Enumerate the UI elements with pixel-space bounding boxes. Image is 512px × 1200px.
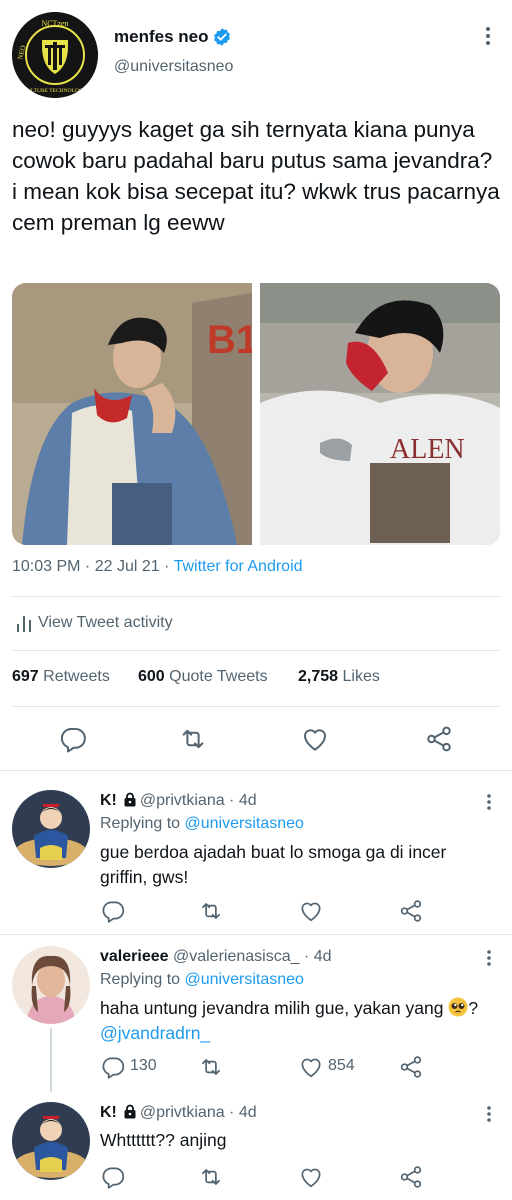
media-photo-1[interactable]: B1: [12, 283, 252, 545]
media-photo-2[interactable]: ALEN: [260, 283, 500, 545]
replying-to-mention[interactable]: @universitasneo: [185, 815, 304, 832]
like-icon[interactable]: [300, 724, 330, 754]
retweets-stat[interactable]: 697 Retweets: [12, 668, 110, 686]
svg-text:B1: B1: [207, 318, 252, 362]
lock-icon: [124, 1104, 136, 1119]
lock-icon: [124, 792, 136, 807]
reply-text: haha untung jevandra milih gue, yakan ya…: [100, 997, 479, 1043]
replying-to: Replying to @universitasneo: [100, 815, 304, 832]
reply-header: K! @privtkiana · 4d: [100, 1104, 257, 1122]
reply-actions: 130 854: [100, 1054, 430, 1080]
divider: [0, 934, 512, 935]
reply-avatar[interactable]: [12, 946, 90, 1024]
reply-text: gue berdoa ajadah buat lo smoga ga di in…: [100, 842, 447, 887]
reply-author-name[interactable]: K!: [100, 792, 117, 809]
divider: [0, 770, 512, 771]
nctzen-logo: NCTzen NEO CULTURE TECHNOLOGY: [12, 12, 98, 98]
reply-avatar[interactable]: [12, 790, 90, 868]
view-activity-label: View Tweet activity: [38, 614, 173, 631]
reply-text: Whtttttt?? anjing: [100, 1130, 227, 1150]
activity-icon: [17, 616, 31, 632]
tweet-source[interactable]: Twitter for Android: [174, 558, 303, 575]
reply-header: K! @privtkiana · 4d: [100, 792, 257, 810]
avatar-image: [12, 1102, 90, 1180]
author-avatar[interactable]: NCTzen NEO CULTURE TECHNOLOGY: [12, 12, 98, 98]
reply-author-name[interactable]: K!: [100, 1104, 117, 1121]
tweet-header: NCTzen NEO CULTURE TECHNOLOGY menfes neo…: [0, 0, 512, 108]
quotes-stat[interactable]: 600 Quote Tweets: [138, 668, 268, 686]
like-button[interactable]: 854: [298, 1054, 355, 1080]
more-vert-icon[interactable]: [482, 1104, 496, 1124]
avatar-image: [12, 946, 90, 1024]
reply-item[interactable]: valerieee @valerienasisca_ · 4d Replying…: [0, 936, 512, 1096]
tweet-time: 10:03 PM · 22 Jul 21 ·: [12, 558, 174, 575]
share-button[interactable]: [398, 1054, 424, 1080]
reply-button[interactable]: 130: [100, 1054, 157, 1080]
reply-header: valerieee @valerienasisca_ · 4d: [100, 948, 332, 966]
retweet-icon: [202, 1169, 220, 1185]
like-button[interactable]: [298, 1164, 324, 1190]
reply-handle-time: @privtkiana · 4d: [139, 792, 257, 809]
retweet-button[interactable]: [198, 898, 224, 924]
reply-icon: [102, 1167, 125, 1189]
replying-to-mention[interactable]: @universitasneo: [185, 971, 304, 988]
reply-item[interactable]: K! @privtkiana · 4d Replying to @universi…: [0, 780, 512, 934]
reply-actions: [100, 1164, 430, 1190]
reply-icon: [102, 1057, 125, 1079]
divider: [12, 706, 500, 707]
like-count: 854: [328, 1057, 355, 1074]
likes-stat[interactable]: 2,758 Likes: [298, 668, 380, 686]
pleading-face-emoji: [448, 997, 468, 1017]
tweet-text: neo! guyyys kaget ga sih ternyata kiana …: [12, 117, 500, 235]
more-vert-icon[interactable]: [482, 948, 496, 968]
reply-count: 130: [130, 1057, 157, 1074]
reply-handle-time: @privtkiana · 4d: [139, 1104, 257, 1121]
divider: [12, 596, 500, 597]
share-button[interactable]: [398, 1164, 424, 1190]
reply-mention[interactable]: @jvandradrn_: [100, 1023, 210, 1043]
svg-text:ALEN: ALEN: [390, 434, 465, 465]
author-name[interactable]: menfes neo: [114, 27, 208, 47]
retweet-button[interactable]: [198, 1054, 224, 1080]
share-icon: [400, 1056, 422, 1078]
tweet-media[interactable]: B1 ALEN: [12, 283, 500, 545]
reply-icon[interactable]: [58, 724, 88, 754]
share-icon[interactable]: [424, 724, 454, 754]
svg-text:CULTURE TECHNOLOGY: CULTURE TECHNOLOGY: [23, 88, 87, 94]
replying-to: Replying to @universitasneo: [100, 971, 304, 988]
verified-icon: [214, 28, 230, 46]
reply-icon: [102, 901, 125, 923]
reply-button[interactable]: [100, 898, 126, 924]
reply-handle-time: @valerienasisca_ · 4d: [172, 948, 332, 965]
retweet-icon: [202, 903, 220, 919]
like-icon: [301, 902, 321, 922]
like-icon: [301, 1168, 321, 1188]
retweet-icon[interactable]: [178, 724, 208, 754]
share-icon: [400, 900, 422, 922]
more-vert-icon[interactable]: [482, 792, 496, 812]
reply-actions: [100, 898, 430, 924]
tweet-timestamp: 10:03 PM · 22 Jul 21 · Twitter for Andro…: [12, 558, 303, 576]
svg-text:NCTzen: NCTzen: [41, 19, 68, 28]
more-vert-icon[interactable]: [480, 24, 496, 48]
reply-button[interactable]: [100, 1164, 126, 1190]
retweet-icon: [202, 1059, 220, 1075]
share-icon: [400, 1166, 422, 1188]
thread-line: [50, 1028, 52, 1092]
retweet-button[interactable]: [198, 1164, 224, 1190]
author-handle[interactable]: @universitasneo: [114, 58, 233, 76]
reply-avatar[interactable]: [12, 1102, 90, 1180]
avatar-image: [12, 790, 90, 868]
tweet-actions: [0, 720, 512, 760]
like-button[interactable]: [298, 898, 324, 924]
reply-author-name[interactable]: valerieee: [100, 948, 169, 965]
share-button[interactable]: [398, 898, 424, 924]
reply-item[interactable]: K! @privtkiana · 4d Whtttttt?? anjing: [0, 1092, 512, 1200]
like-icon: [301, 1058, 321, 1078]
divider: [12, 650, 500, 651]
